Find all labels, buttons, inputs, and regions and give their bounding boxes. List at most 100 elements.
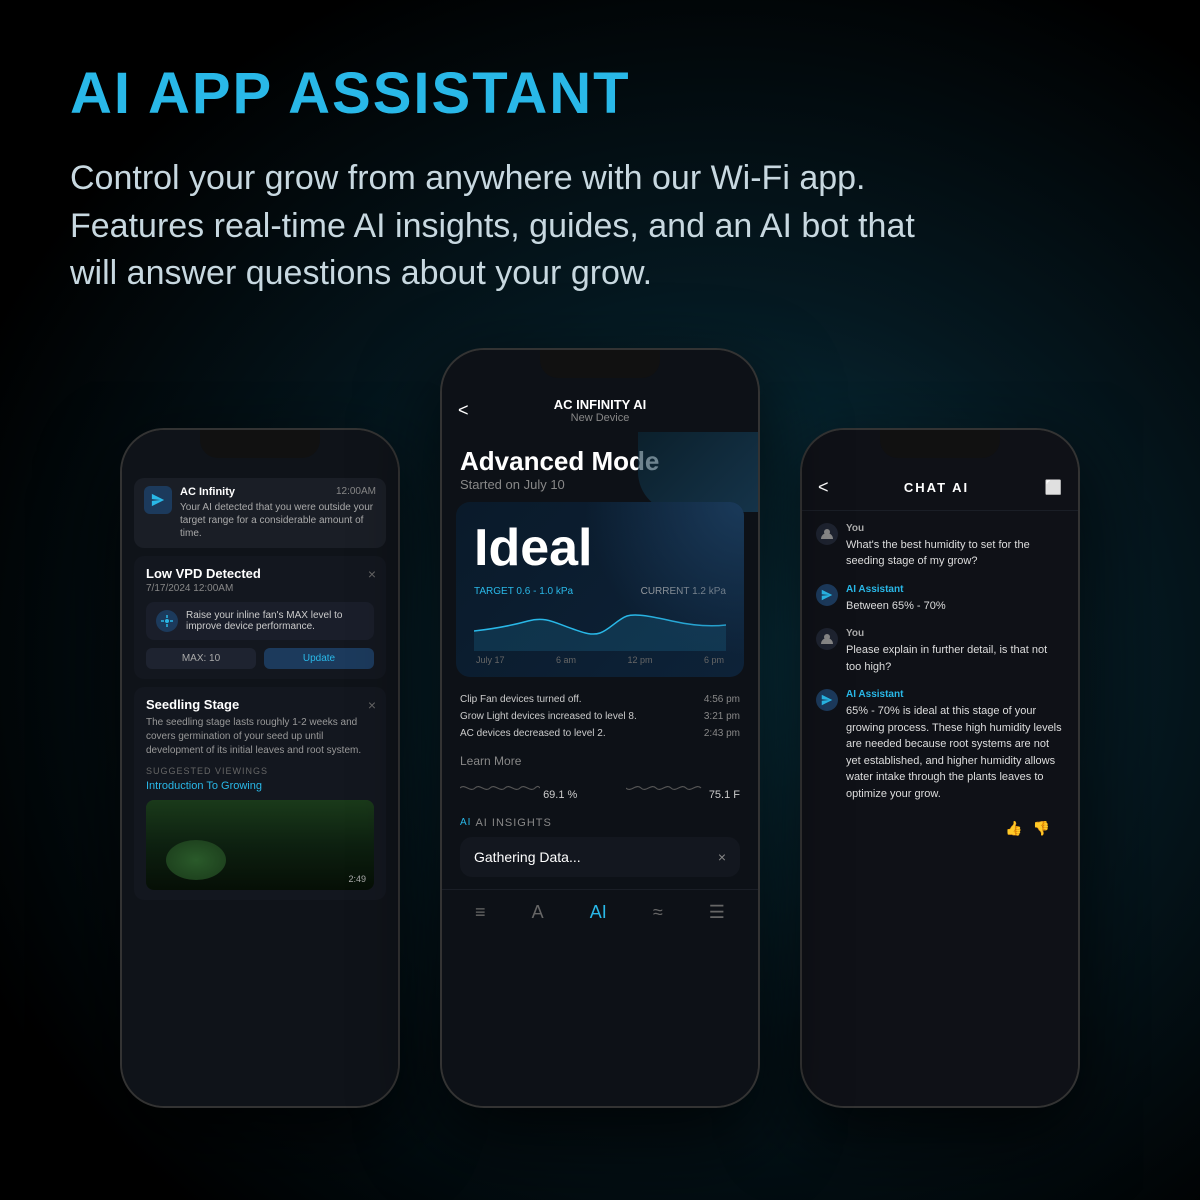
right-phone-screen: < CHAT AI ⬜ You What' (802, 430, 1078, 1106)
message-row-2: AI Assistant Between 65% - 70% (816, 584, 1064, 615)
message-sender-4: AI Assistant (846, 689, 1064, 700)
alert-close-button[interactable]: × (368, 566, 376, 582)
message-text-1: What's the best humidity to set for the … (846, 537, 1064, 570)
message-content-3: You Please explain in further detail, is… (846, 628, 1064, 675)
update-button[interactable]: Update (264, 648, 374, 669)
suggested-link[interactable]: Introduction To Growing (146, 780, 374, 792)
nav-icon-chart[interactable]: ≈ (653, 902, 663, 923)
ideal-card: Ideal TARGET 0.6 - 1.0 kPa CURRENT 1.2 k… (456, 502, 744, 677)
avatar-ai-1 (816, 584, 838, 606)
message-content-4: AI Assistant 65% - 70% is ideal at this … (846, 689, 1064, 802)
chat-messages: You What's the best humidity to set for … (802, 511, 1078, 1052)
event-time-1: 4:56 pm (704, 694, 740, 705)
right-phone: < CHAT AI ⬜ You What' (800, 428, 1080, 1108)
left-phone-screen: AC Infinity 12:00AM Your AI detected tha… (122, 430, 398, 1106)
humidity-wave-right (626, 778, 706, 798)
plant-visual (146, 800, 374, 890)
notification-content: AC Infinity 12:00AM Your AI detected tha… (180, 486, 376, 540)
center-back-button[interactable]: < (458, 400, 469, 421)
message-row-1: You What's the best humidity to set for … (816, 523, 1064, 570)
event-text-3: AC devices decreased to level 2. (460, 728, 606, 739)
notification-time: 12:00AM (336, 486, 376, 498)
right-screen-content: < CHAT AI ⬜ You What' (802, 430, 1078, 1106)
notif-brand-icon (144, 486, 172, 514)
ai-insights-section: AI AI INSIGHTS Gathering Data... × (442, 809, 758, 881)
mode-section: Advanced Mode Started on July 10 (442, 432, 758, 502)
message-content-2: AI Assistant Between 65% - 70% (846, 584, 1064, 615)
thumbs-up-button[interactable]: 👍 (1005, 820, 1022, 837)
message-text-2: Between 65% - 70% (846, 598, 1064, 615)
action-fan-icon (156, 610, 178, 632)
seedling-close-button[interactable]: × (368, 697, 376, 713)
gathering-text: Gathering Data... (474, 849, 581, 865)
seedling-text: The seedling stage lasts roughly 1-2 wee… (146, 716, 374, 758)
seedling-image (146, 800, 374, 890)
bottom-nav: ≡ A AI ≈ ☰ (442, 889, 758, 929)
avatar-user-2 (816, 628, 838, 650)
center-device-name: New Device (554, 412, 646, 424)
events-list: Clip Fan devices turned off. 4:56 pm Gro… (442, 687, 758, 748)
center-phone-notch (540, 350, 660, 378)
alert-card: Low VPD Detected 7/17/2024 12:00AM × Rai… (134, 556, 386, 679)
message-sender-1: You (846, 523, 1064, 534)
left-phone-notch (200, 430, 320, 458)
alert-date: 7/17/2024 12:00AM (146, 583, 374, 594)
ai-prefix-icon: AI (460, 817, 471, 828)
page-content: AI APP ASSISTANT Control your grow from … (0, 0, 1200, 1128)
humidity-wave-left (460, 778, 540, 798)
chat-close-button[interactable]: ⬜ (1045, 479, 1062, 496)
notification-header: AC Infinity 12:00AM (180, 486, 376, 498)
event-text-2: Grow Light devices increased to level 8. (460, 711, 637, 722)
message-text-4: 65% - 70% is ideal at this stage of your… (846, 703, 1064, 802)
nav-icon-text[interactable]: A (532, 902, 544, 923)
learn-more-link[interactable]: Learn More (442, 748, 758, 774)
humidity-value-left: 69.1 % (543, 789, 577, 801)
seedling-title: Seedling Stage (146, 697, 374, 712)
chart-target-label: TARGET 0.6 - 1.0 kPa (474, 586, 573, 597)
gathering-close-button[interactable]: × (718, 849, 726, 865)
message-row-4: AI Assistant 65% - 70% is ideal at this … (816, 689, 1064, 802)
humidity-left: 69.1 % (460, 778, 577, 801)
center-title-wrap: AC INFINITY AI New Device (554, 397, 646, 424)
alert-buttons: MAX: 10 Update (146, 648, 374, 669)
seedling-card: Seedling Stage The seedling stage lasts … (134, 687, 386, 900)
center-phone-screen: < AC INFINITY AI New Device Advanced Mod… (442, 350, 758, 1106)
message-sender-3: You (846, 628, 1064, 639)
mode-bg-decoration (638, 432, 758, 512)
time-label-2: 6 am (556, 655, 576, 665)
notification-brand: AC Infinity (180, 486, 235, 498)
avatar-ai-2 (816, 689, 838, 711)
event-text-1: Clip Fan devices turned off. (460, 694, 582, 705)
left-screen-content: AC Infinity 12:00AM Your AI detected tha… (122, 430, 398, 1106)
alert-action-text: Raise your inline fan's MAX level to imp… (186, 610, 364, 632)
event-time-3: 2:43 pm (704, 728, 740, 739)
notification-bar: AC Infinity 12:00AM Your AI detected tha… (134, 478, 386, 548)
nav-icon-menu[interactable]: ≡ (475, 902, 486, 923)
event-row-3: AC devices decreased to level 2. 2:43 pm (460, 725, 740, 742)
center-app-name: AC INFINITY AI (554, 397, 646, 412)
message-content-1: You What's the best humidity to set for … (846, 523, 1064, 570)
gathering-card: Gathering Data... × (460, 837, 740, 877)
alert-action: Raise your inline fan's MAX level to imp… (146, 602, 374, 640)
nav-icon-ai[interactable]: AI (590, 902, 607, 923)
feedback-row: 👍 👎 (816, 816, 1064, 841)
left-phone: AC Infinity 12:00AM Your AI detected tha… (120, 428, 400, 1108)
event-time-2: 3:21 pm (704, 711, 740, 722)
status-word: Ideal (474, 518, 726, 578)
page-title: AI APP ASSISTANT (70, 60, 1130, 127)
thumbs-down-button[interactable]: 👎 (1033, 820, 1050, 837)
max-button[interactable]: MAX: 10 (146, 648, 256, 669)
avatar-user-1 (816, 523, 838, 545)
page-subtitle: Control your grow from anywhere with our… (70, 155, 970, 298)
nav-icon-list[interactable]: ☰ (709, 902, 725, 923)
event-row-2: Grow Light devices increased to level 8.… (460, 708, 740, 725)
send-icon (151, 493, 165, 507)
chat-back-button[interactable]: < (818, 477, 829, 498)
center-header: < AC INFINITY AI New Device (442, 385, 758, 432)
humidity-right: 75.1 F (626, 778, 740, 801)
phones-container: AC Infinity 12:00AM Your AI detected tha… (70, 348, 1130, 1128)
center-phone: < AC INFINITY AI New Device Advanced Mod… (440, 348, 760, 1108)
message-sender-2: AI Assistant (846, 584, 1064, 595)
notification-text: Your AI detected that you were outside y… (180, 501, 376, 540)
center-screen-content: < AC INFINITY AI New Device Advanced Mod… (442, 350, 758, 1106)
